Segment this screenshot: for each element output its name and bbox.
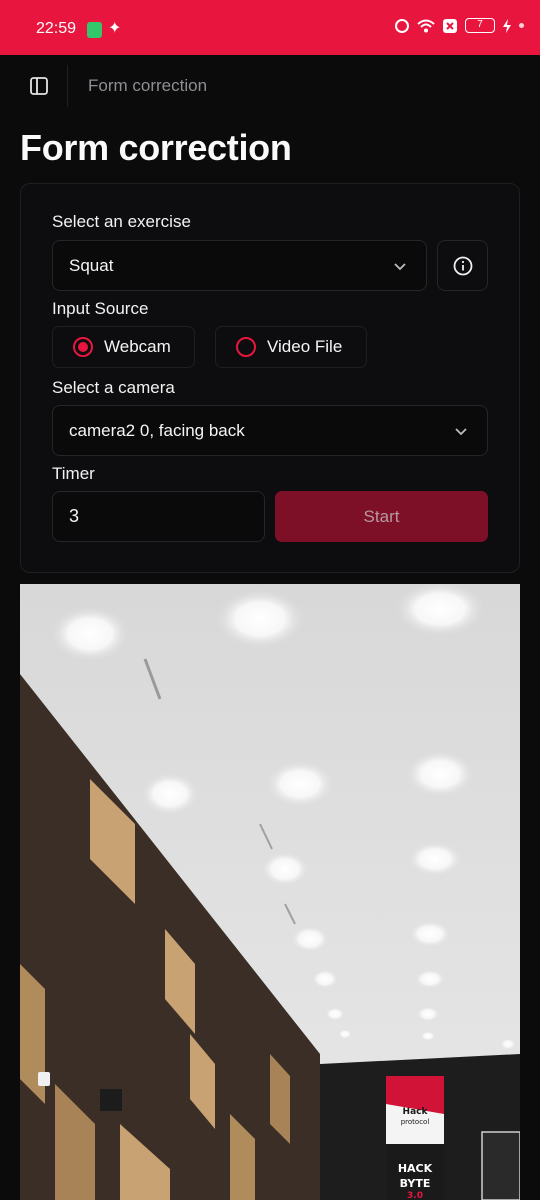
start-button[interactable]: Start xyxy=(275,491,488,542)
appbar-divider xyxy=(67,65,68,107)
status-bar: 22:59 ✦ 7 xyxy=(0,0,540,55)
no-sim-icon xyxy=(443,18,457,33)
charging-icon xyxy=(503,18,511,33)
status-time: 22:59 xyxy=(36,20,77,37)
chevron-down-icon xyxy=(455,428,467,436)
banner-text: 3.0 xyxy=(407,1191,423,1200)
input-source-webcam[interactable]: Webcam xyxy=(52,326,195,368)
battery-icon: 7 xyxy=(465,18,495,33)
notification-dot-icon xyxy=(519,23,524,28)
exercise-select-value: Squat xyxy=(69,255,114,275)
start-button-label: Start xyxy=(363,506,400,526)
timer-input[interactable]: 3 xyxy=(52,491,265,542)
input-source-label: Input Source xyxy=(52,299,149,318)
app-bar: Form correction xyxy=(0,55,540,115)
radio-selected-icon xyxy=(73,337,93,357)
exercise-select[interactable]: Squat xyxy=(52,240,427,291)
exercise-label: Select an exercise xyxy=(52,212,191,231)
alarm-icon xyxy=(395,18,409,33)
radio-unselected-icon xyxy=(236,337,256,357)
notification-app-icon: ✦ xyxy=(108,20,122,37)
info-icon xyxy=(453,256,472,275)
camera-feed: Hack protocol HACK BYTE 3.0 xyxy=(20,584,520,1200)
camera-label: Select a camera xyxy=(52,378,175,397)
wifi-icon xyxy=(417,19,435,33)
timer-label: Timer xyxy=(52,464,95,483)
notification-app-icon xyxy=(87,22,102,38)
camera-select[interactable]: camera2 0, facing back xyxy=(52,405,488,456)
input-source-option-label: Video File xyxy=(267,337,343,356)
page-title: Form correction xyxy=(20,127,292,168)
breadcrumb: Form correction xyxy=(88,76,208,95)
sidebar-toggle-button[interactable] xyxy=(22,70,56,102)
camera-select-value: camera2 0, facing back xyxy=(69,420,245,440)
exercise-info-button[interactable] xyxy=(437,240,488,291)
banner-text: Hack xyxy=(403,1107,429,1117)
sidebar-toggle-icon xyxy=(30,77,48,95)
input-source-video-file[interactable]: Video File xyxy=(215,326,367,368)
banner-text: HACK xyxy=(398,1162,433,1175)
timer-input-value: 3 xyxy=(69,506,80,526)
banner-text: BYTE xyxy=(400,1177,431,1190)
input-source-option-label: Webcam xyxy=(104,337,171,356)
banner-text: protocol xyxy=(401,1118,430,1126)
chevron-down-icon xyxy=(394,263,406,271)
